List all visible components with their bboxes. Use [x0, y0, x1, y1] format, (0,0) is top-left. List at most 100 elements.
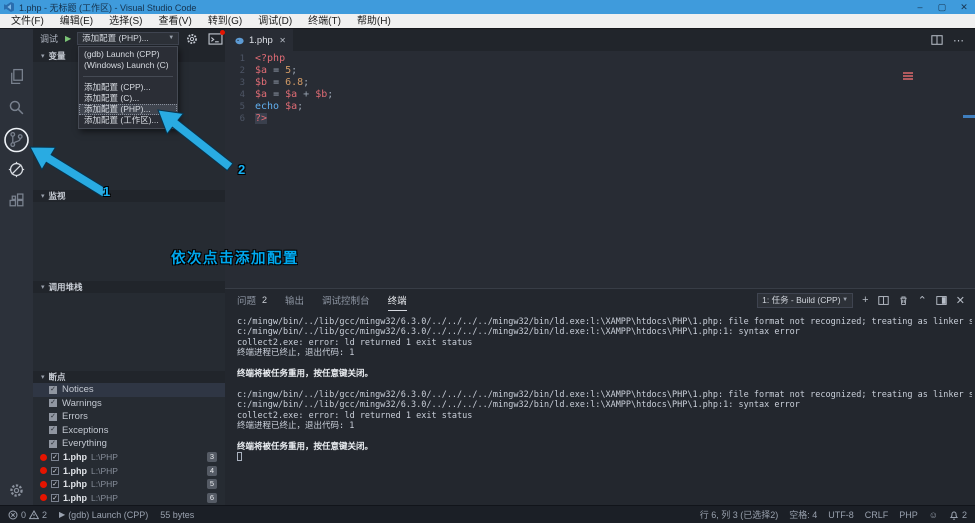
cursor-position-status[interactable]: 行 6, 列 3 (已选择2) — [700, 508, 779, 521]
menubar-item[interactable]: 帮助(H) — [349, 14, 399, 29]
code-line: 4$a = $a + $b; — [225, 89, 333, 101]
minimize-button[interactable]: – — [909, 2, 931, 12]
checkbox-icon[interactable]: ✓ — [49, 426, 57, 434]
manage-gear-icon[interactable] — [9, 483, 24, 498]
configure-gear-icon[interactable] — [186, 32, 198, 44]
feedback-smiley-icon[interactable]: ☺ — [929, 510, 938, 520]
code-token: ; — [327, 89, 333, 100]
breakpoint-file-name: 1.php — [63, 452, 87, 462]
breakpoint-dot-icon — [40, 454, 47, 461]
explorer-icon[interactable] — [8, 68, 25, 85]
breakpoint-filter-row[interactable]: ✓Everything — [33, 437, 225, 451]
debug-console-icon[interactable] — [208, 32, 223, 44]
checkbox-icon[interactable]: ✓ — [51, 467, 59, 475]
breakpoint-file-name: 1.php — [63, 466, 87, 476]
language-mode-status[interactable]: PHP — [899, 510, 918, 520]
breakpoint-filter-row[interactable]: ✓Notices — [33, 383, 225, 397]
section-header-watch[interactable]: ▾ 监视 — [33, 190, 225, 202]
code-token: <?php — [255, 53, 285, 64]
toggle-panel-icon[interactable] — [936, 295, 947, 306]
config-menu-item[interactable]: (Windows) Launch (C) — [79, 60, 177, 71]
terminal-line: 终端将被任务重用，按任意键关闭。 — [237, 369, 972, 379]
close-panel-icon[interactable]: ✕ — [956, 294, 965, 307]
eol-status[interactable]: CRLF — [865, 510, 889, 520]
menubar-item[interactable]: 查看(V) — [150, 14, 199, 29]
encoding-status[interactable]: UTF-8 — [828, 510, 854, 520]
new-terminal-icon[interactable]: + — [862, 294, 868, 306]
editor-tab-bar: 1.php ✕ ⋯ — [225, 29, 975, 51]
breakpoint-filter-row[interactable]: ✓Errors — [33, 410, 225, 424]
terminal-task-dropdown[interactable]: 1: 任务 - Build (CPP) ▼ — [757, 293, 853, 308]
checkbox-icon[interactable]: ✓ — [49, 399, 57, 407]
menubar-item[interactable]: 选择(S) — [101, 14, 150, 29]
panel-tab[interactable]: 调试控制台 — [322, 289, 370, 311]
section-header-breakpoints[interactable]: ▾ 断点 — [33, 371, 225, 383]
terminal-output[interactable]: c:/mingw/bin/../lib/gcc/mingw32/6.3.0/..… — [237, 317, 972, 505]
code-editor[interactable]: 1<?php2$a = 5;3$b = 6.8;4$a = $a + $b;5e… — [225, 51, 975, 288]
breakpoint-file-row[interactable]: ✓1.phpL:\PHP3 — [33, 451, 225, 465]
checkbox-icon[interactable]: ✓ — [49, 440, 57, 448]
checkbox-icon[interactable]: ✓ — [49, 413, 57, 421]
panel-tab[interactable]: 终端 — [388, 289, 407, 311]
terminal-line: collect2.exe: error: ld returned 1 exit … — [237, 338, 972, 348]
breakpoint-filter-row[interactable]: ✓Exceptions — [33, 424, 225, 438]
minimap[interactable] — [901, 71, 915, 81]
source-control-icon[interactable] — [8, 131, 25, 148]
code-token: $a — [255, 89, 267, 100]
problems-status[interactable]: 0 2 — [8, 510, 47, 520]
menubar-item[interactable]: 编辑(E) — [52, 14, 101, 29]
config-menu-item[interactable]: 添加配置 (CPP)... — [79, 82, 177, 93]
minimap-mark — [903, 78, 913, 80]
chevron-down-icon: ▼ — [842, 297, 848, 303]
split-terminal-icon[interactable] — [878, 295, 889, 306]
split-editor-icon[interactable] — [931, 34, 943, 46]
extensions-icon[interactable] — [8, 193, 25, 210]
checkbox-icon[interactable]: ✓ — [51, 453, 59, 461]
tab-1php[interactable]: 1.php ✕ — [225, 29, 293, 51]
panel-tab[interactable]: 问题2 — [237, 289, 267, 311]
status-bar: 0 2 ▶ (gdb) Launch (CPP) 55 bytes 行 6, 列… — [0, 505, 975, 523]
search-icon[interactable] — [8, 99, 25, 116]
debug-toolbar: 调试 ▶ 添加配置 (PHP)... ▼ — [33, 29, 225, 47]
menubar-item[interactable]: 调试(D) — [250, 14, 300, 29]
menubar-item[interactable]: 终端(T) — [300, 14, 349, 29]
section-header-call-stack[interactable]: ▾ 调用堆栈 — [33, 281, 225, 293]
code-token: = — [267, 65, 285, 76]
breakpoint-file-row[interactable]: ✓1.phpL:\PHP4 — [33, 464, 225, 478]
debug-config-dropdown[interactable]: 添加配置 (PHP)... ▼ — [77, 32, 179, 45]
debug-icon[interactable] — [8, 161, 25, 178]
config-menu-item[interactable]: (gdb) Launch (CPP) — [79, 49, 177, 60]
breakpoint-filter-label: Warnings — [62, 398, 102, 409]
maximize-panel-icon[interactable]: ⌃ — [918, 294, 927, 307]
checkbox-icon[interactable]: ✓ — [49, 386, 57, 394]
config-menu-item[interactable]: 添加配置 (C)... — [79, 93, 177, 104]
maximize-button[interactable]: ▢ — [931, 2, 953, 13]
breakpoint-file-path: L:\PHP — [91, 466, 118, 476]
config-menu-item[interactable]: 添加配置 (工作区)... — [79, 115, 177, 126]
launch-status[interactable]: ▶ (gdb) Launch (CPP) — [59, 510, 148, 520]
start-debug-button[interactable]: ▶ — [65, 34, 71, 43]
checkbox-icon[interactable]: ✓ — [51, 480, 59, 488]
line-number: 4 — [225, 89, 245, 101]
checkbox-icon[interactable]: ✓ — [51, 494, 59, 502]
code-token: ; — [291, 65, 297, 76]
code-token: $b — [315, 89, 327, 100]
code-token: 6.8 — [285, 77, 303, 88]
notifications-status[interactable]: 2 — [949, 510, 967, 520]
breakpoint-filter-row[interactable]: ✓ Warnings — [33, 397, 225, 411]
kill-terminal-trash-icon[interactable] — [898, 295, 909, 306]
tab-close-icon[interactable]: ✕ — [279, 36, 286, 45]
panel-tab[interactable]: 输出 — [285, 289, 304, 311]
config-menu-item[interactable]: 添加配置 (PHP)... — [79, 104, 177, 115]
more-actions-icon[interactable]: ⋯ — [953, 34, 965, 47]
menubar-item[interactable]: 文件(F) — [3, 14, 52, 29]
breakpoint-file-row[interactable]: ✓1.phpL:\PHP6 — [33, 491, 225, 505]
menubar-item[interactable]: 转到(G) — [200, 14, 250, 29]
breakpoint-file-row[interactable]: ✓1.phpL:\PHP5 — [33, 478, 225, 492]
breakpoint-file-name: 1.php — [63, 493, 87, 503]
breakpoint-dot-icon — [40, 467, 47, 474]
code-text: <?php — [245, 53, 285, 65]
code-token: $a — [285, 89, 297, 100]
close-button[interactable]: ✕ — [953, 2, 975, 13]
indentation-status[interactable]: 空格: 4 — [789, 508, 817, 521]
